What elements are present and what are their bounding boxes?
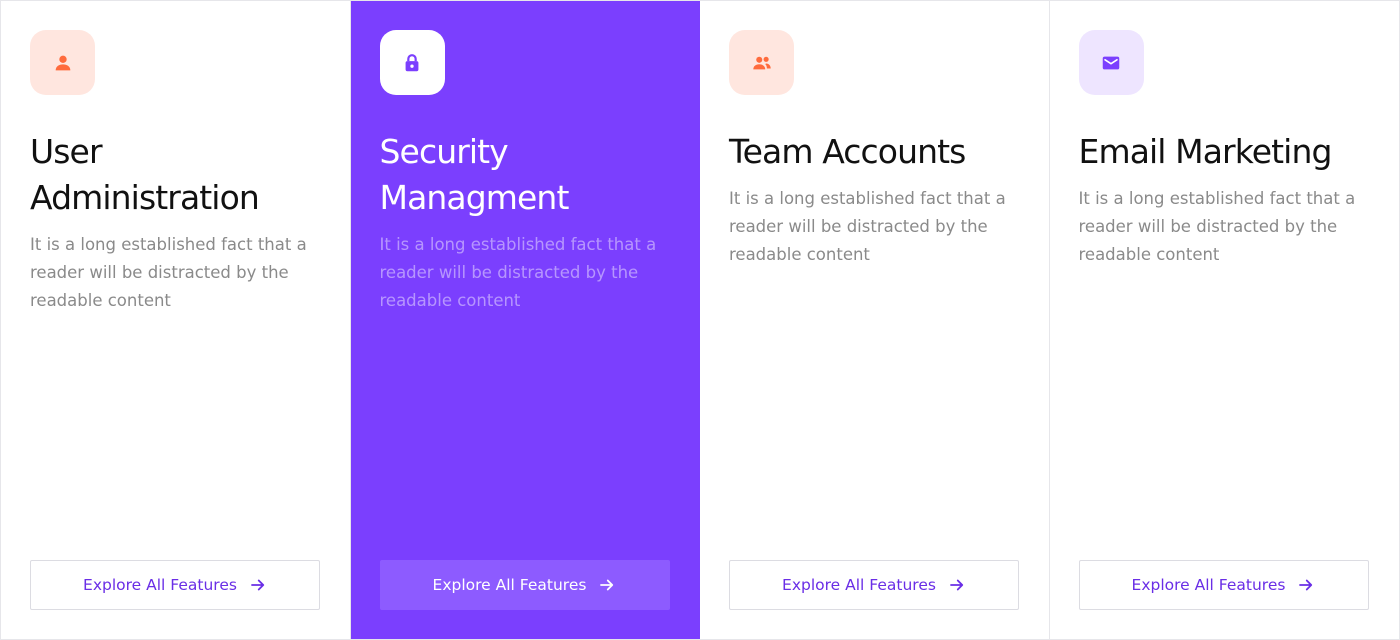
arrow-right-icon bbox=[1297, 576, 1315, 594]
explore-all-features-button[interactable]: Explore All Features bbox=[30, 560, 320, 610]
card-description: It is a long established fact that a rea… bbox=[1078, 189, 1356, 264]
explore-button-label: Explore All Features bbox=[432, 576, 587, 594]
card-description: It is a long established fact that a rea… bbox=[379, 235, 657, 310]
card-title-line: Security bbox=[379, 132, 509, 171]
feature-card-email-marketing: Email Marketing It is a long established… bbox=[1049, 1, 1399, 639]
icon-tile bbox=[1078, 30, 1144, 95]
card-title-line: Email Marketing bbox=[1078, 132, 1333, 171]
feature-card-security-managment: Security Managment It is a long establis… bbox=[350, 1, 700, 639]
card-title: Security Managment bbox=[380, 129, 680, 221]
explore-button-label: Explore All Features bbox=[782, 576, 936, 594]
explore-all-features-button[interactable]: Explore All Features bbox=[729, 560, 1019, 610]
explore-all-features-button[interactable]: Explore All Features bbox=[1078, 560, 1369, 610]
card-title-line: User bbox=[30, 132, 103, 171]
card-description: It is a long established fact that a rea… bbox=[30, 235, 307, 310]
explore-button-label: Explore All Features bbox=[83, 576, 237, 594]
mail-icon bbox=[1100, 52, 1122, 74]
icon-tile bbox=[379, 30, 445, 95]
card-title: Email Marketing bbox=[1079, 129, 1379, 175]
card-title-line: Team Accounts bbox=[729, 132, 966, 171]
card-description: It is a long established fact that a rea… bbox=[729, 189, 1006, 264]
lock-icon bbox=[401, 52, 423, 74]
team-icon bbox=[751, 52, 773, 74]
icon-tile bbox=[729, 30, 794, 95]
arrow-right-icon bbox=[948, 576, 966, 594]
feature-card-user-administration: User Administration It is a long establi… bbox=[1, 1, 351, 639]
card-title: Team Accounts bbox=[729, 129, 1029, 175]
features-grid: User Administration It is a long establi… bbox=[0, 0, 1400, 640]
feature-card-team-accounts: Team Accounts It is a long established f… bbox=[700, 1, 1050, 639]
explore-all-features-button[interactable]: Explore All Features bbox=[379, 560, 670, 610]
card-title-line: Administration bbox=[30, 178, 260, 217]
card-title: User Administration bbox=[30, 129, 330, 221]
explore-button-label: Explore All Features bbox=[1131, 576, 1286, 594]
arrow-right-icon bbox=[598, 576, 616, 594]
icon-tile bbox=[30, 30, 95, 95]
arrow-right-icon bbox=[249, 576, 267, 594]
user-icon bbox=[52, 52, 74, 74]
card-title-line: Managment bbox=[379, 178, 570, 217]
